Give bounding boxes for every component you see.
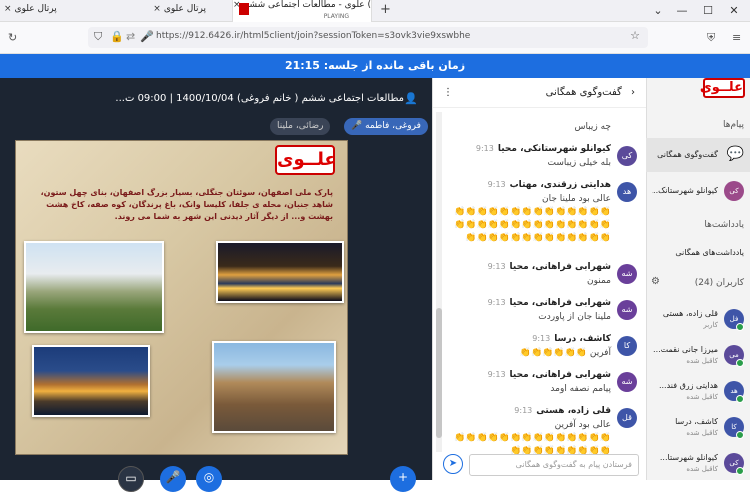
status-dot	[736, 359, 744, 367]
user-list-item[interactable]: هد هدایتی زرق فند... کاقبل شده	[646, 374, 750, 408]
message-author: شهرابی فراهانی، محیا9:13	[487, 262, 611, 272]
favicon-icon	[239, 3, 249, 15]
notes-section-label: یادداشت‌ها	[704, 220, 744, 230]
pocket-icon[interactable]: ⛨	[707, 31, 715, 45]
user-list-item[interactable]: کا کاشف، درسا کاقبل شده	[646, 410, 750, 444]
message-author: شهرابی فراهانی، محیا9:13	[487, 370, 611, 380]
browser-tab-bar: × پرتال علوی × پرتال علوی × علوی - مطالعات …	[0, 0, 750, 22]
user-icon[interactable]: 👤	[404, 92, 418, 105]
close-window-icon[interactable]: ✕	[726, 4, 742, 17]
chat-panel: ‹ گفت‌وگوی همگانی ⋮ چه زیباس کی کیوانلو …	[432, 78, 647, 480]
public-chat-item[interactable]: 💬 گفت‌وگوی همگانی	[646, 138, 750, 172]
chat-scrollbar-thumb[interactable]	[436, 308, 442, 438]
menu-icon[interactable]: ≡	[732, 31, 741, 44]
palace-photo	[212, 341, 336, 433]
actions-button[interactable]: +	[390, 466, 416, 492]
screen-share-button[interactable]: ▭	[118, 466, 144, 492]
status-dot	[736, 323, 744, 331]
garden-photo	[24, 241, 164, 333]
presentation-slide: علــوی پارک ملی اصفهان، سوئتان جنگلی، بس…	[15, 140, 348, 455]
gear-icon[interactable]: ⚙	[651, 276, 660, 287]
presentation-area: 👤 مطالعات اجتماعی ششم ( خانم فروغی) 1400…	[0, 78, 432, 492]
navigation-bar: ↻ ⛉ 🔒 ⇄ 🎤 https://912.6426.ir/html5clien…	[0, 22, 750, 54]
avatar: قل	[617, 408, 637, 428]
session-timer-banner: زمان باقی مانده از جلسه: 21:15	[0, 54, 750, 78]
meeting-title: مطالعات اجتماعی ششم ( خانم فروغی) 1400/1…	[115, 93, 404, 104]
chat-input[interactable]: فرستادن پیام به گفت‌وگوی همگانی	[469, 454, 639, 476]
slide-logo: علــوی	[275, 145, 337, 175]
user-list-item[interactable]: فل قلی زاده، هستی کاربر	[646, 302, 750, 336]
shared-notes-item[interactable]: یادداشت‌های همگانی	[646, 240, 750, 274]
chat-icon: 💬	[726, 146, 744, 162]
message-author: قلی زاده، هستی9:13	[514, 406, 611, 416]
avatar: هد	[617, 182, 637, 202]
send-icon[interactable]: ➤	[443, 454, 463, 474]
permissions-icon[interactable]: ⇄	[126, 30, 135, 43]
lock-icon[interactable]: 🔒	[110, 30, 124, 43]
logo: علــوی	[700, 78, 745, 98]
mosque-night-photo	[216, 241, 344, 303]
close-tab-icon[interactable]: ×	[4, 4, 12, 14]
audio-button[interactable]: ◎	[196, 466, 222, 492]
url-text: https://912.6426.ir/html5client/join?ses…	[156, 31, 471, 41]
status-dot	[736, 467, 744, 475]
message-author: هدایتی زرقندی، مهتاب9:13	[487, 180, 611, 190]
message-author: کیوانلو شهرستانکی، محیا9:13	[475, 144, 611, 154]
avatar: شه	[617, 300, 637, 320]
sidebar: علــوی پیام‌ها 💬 گفت‌وگوی همگانی کی کیوا…	[646, 78, 750, 480]
message-author: شهرابی فراهانی، محیا9:13	[487, 298, 611, 308]
avatar: شه	[617, 372, 637, 392]
new-tab-button[interactable]: +	[380, 2, 391, 17]
message-author: کاشف، درسا9:13	[532, 334, 611, 344]
bridge-photo	[32, 345, 150, 417]
emoji-text: 👏👏👏👏👏👏👏👏👏👏👏👏👏👏👏👏👏👏👏👏👏👏👏👏👏👏👏👏👏👏👏👏👏👏👏👏👏👏👏👏…	[454, 207, 611, 243]
private-chat-item[interactable]: کی کیوانلو شهرستانک...	[646, 174, 750, 208]
shield-icon[interactable]: ⛉	[94, 30, 102, 44]
microphone-button[interactable]: 🎤	[160, 466, 186, 492]
microphone-icon[interactable]: 🎤	[140, 30, 154, 43]
user-list-item[interactable]: کی کیوانلو شهرستا... کاقبل شده	[646, 446, 750, 480]
minimize-icon[interactable]: —	[674, 4, 690, 17]
avatar: شه	[617, 264, 637, 284]
maximize-icon[interactable]: ☐	[700, 4, 716, 17]
avatar: کا	[617, 336, 637, 356]
browser-tab-active[interactable]: × علوی - مطالعات اجتماعی ششم ( PLAYING	[232, 0, 372, 22]
messages-section-label: پیام‌ها	[722, 120, 744, 130]
browser-tab[interactable]: × پرتال علوی	[4, 0, 84, 22]
tab-list-icon[interactable]: ⌄	[650, 4, 666, 17]
status-dot	[736, 431, 744, 439]
chat-options-icon[interactable]: ⋮	[443, 78, 453, 108]
slide-text: پارک ملی اصفهان، سوئتان جنگلی، بسیار بزر…	[40, 188, 333, 221]
user-list-item[interactable]: می میرزا جانی نقمت... کاقبل شده	[646, 338, 750, 372]
speaker-chip[interactable]: رضائی، ملینا	[270, 118, 331, 135]
close-tab-icon[interactable]: ×	[153, 4, 161, 14]
address-bar[interactable]: ⛉ 🔒 ⇄ 🎤 https://912.6426.ir/html5client/…	[88, 27, 648, 48]
chevron-left-icon[interactable]: ‹	[631, 87, 635, 98]
avatar: کی	[724, 181, 744, 201]
users-section-label: کاربران (24)	[694, 278, 744, 288]
status-dot	[736, 395, 744, 403]
avatar: کی	[617, 146, 637, 166]
browser-tab[interactable]: × پرتال علوی	[126, 0, 226, 22]
reload-icon[interactable]: ↻	[8, 31, 17, 44]
chat-header: ‹ گفت‌وگوی همگانی ⋮	[433, 78, 647, 108]
bookmark-star-icon[interactable]: ☆	[630, 29, 640, 42]
presenter-chip[interactable]: فروغی، فاطمه 🎤	[344, 118, 428, 135]
